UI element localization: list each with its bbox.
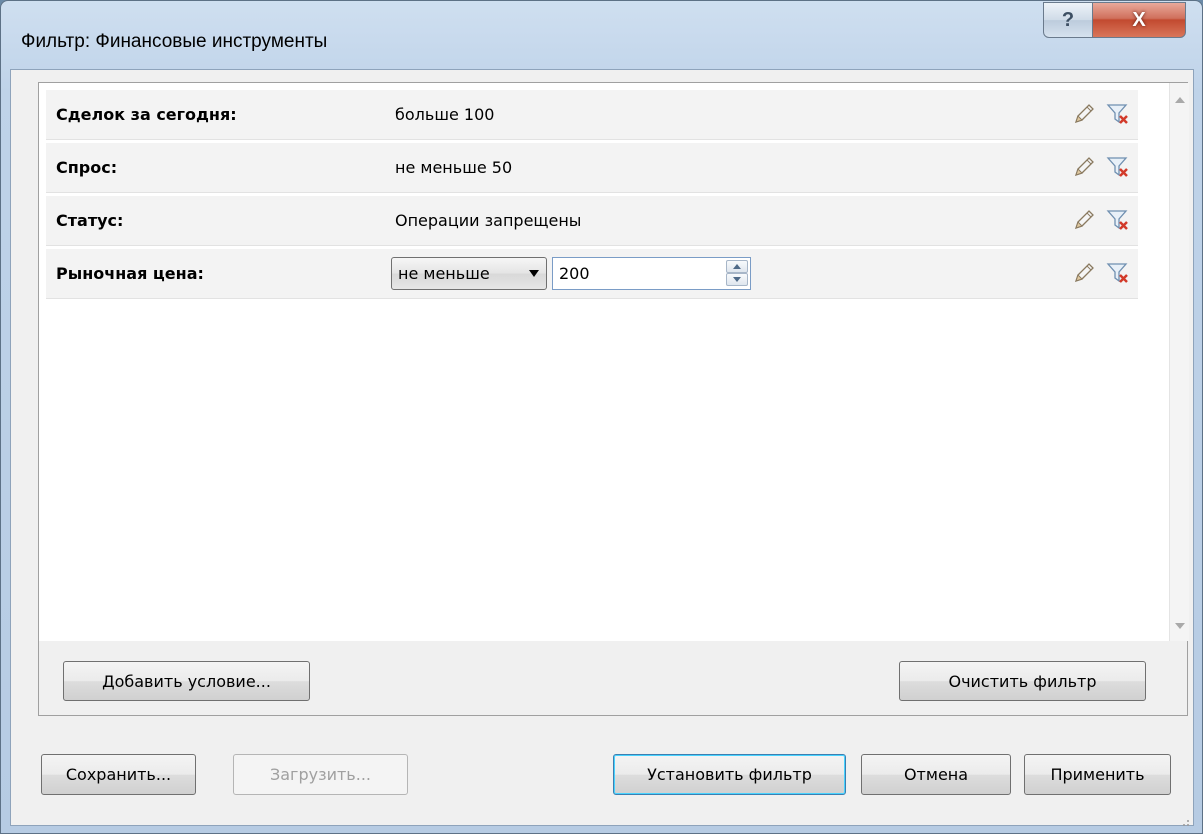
operator-dropdown[interactable]: не меньше — [391, 257, 547, 290]
condition-row-demand[interactable]: Спрос: не меньше 50 — [46, 143, 1138, 193]
cancel-label: Отмена — [903, 765, 969, 784]
pencil-icon[interactable] — [1072, 208, 1096, 232]
pencil-icon[interactable] — [1072, 102, 1096, 126]
close-button[interactable]: X — [1092, 2, 1186, 38]
window-title: Фильтр: Финансовые инструменты — [21, 31, 328, 52]
save-label: Сохранить... — [65, 765, 172, 784]
condition-value: больше 100 — [395, 105, 495, 124]
add-condition-button[interactable]: Добавить условие... — [63, 661, 310, 701]
clear-filter-button[interactable]: Очистить фильтр — [899, 661, 1146, 701]
condition-value: не меньше 50 — [395, 158, 513, 177]
condition-row-trades-today[interactable]: Сделок за сегодня: больше 100 — [46, 90, 1138, 140]
condition-label: Рыночная цена: — [56, 264, 204, 283]
scroll-up-icon[interactable] — [1175, 97, 1185, 103]
dialog-body: Сделок за сегодня: больше 100 Спрос: не … — [10, 69, 1194, 826]
condition-label: Статус: — [56, 211, 124, 230]
price-spin-input[interactable]: 200 — [552, 257, 751, 290]
load-label: Загрузить... — [269, 765, 371, 784]
pencil-icon[interactable] — [1072, 261, 1096, 285]
conditions-list: Сделок за сегодня: больше 100 Спрос: не … — [39, 83, 1169, 641]
operator-value: не меньше — [398, 264, 490, 283]
scroll-down-icon[interactable] — [1175, 623, 1185, 629]
filter-remove-icon[interactable] — [1106, 102, 1130, 126]
help-button[interactable]: ? — [1043, 2, 1093, 38]
resize-grip-icon[interactable] — [1180, 812, 1190, 826]
add-condition-label: Добавить условие... — [102, 671, 271, 691]
vertical-scrollbar[interactable] — [1169, 83, 1189, 641]
filter-remove-icon[interactable] — [1106, 208, 1130, 232]
condition-label: Сделок за сегодня: — [56, 105, 237, 124]
load-button[interactable]: Загрузить... — [233, 754, 408, 795]
apply-button[interactable]: Применить — [1024, 754, 1171, 795]
condition-value: Операции запрещены — [395, 211, 582, 230]
help-icon: ? — [1061, 8, 1075, 31]
spin-up-icon[interactable] — [726, 260, 748, 273]
conditions-group: Сделок за сегодня: больше 100 Спрос: не … — [38, 82, 1189, 716]
filter-dialog: Фильтр: Финансовые инструменты ? X Сдело… — [0, 0, 1203, 834]
filter-remove-icon[interactable] — [1106, 261, 1130, 285]
condition-label: Спрос: — [56, 158, 118, 177]
condition-row-status[interactable]: Статус: Операции запрещены — [46, 196, 1138, 246]
save-button[interactable]: Сохранить... — [41, 754, 196, 795]
set-filter-button[interactable]: Установить фильтр — [613, 754, 846, 795]
set-filter-label: Установить фильтр — [647, 765, 812, 784]
condition-row-market-price[interactable]: Рыночная цена: не меньше 200 — [46, 249, 1138, 299]
cancel-button[interactable]: Отмена — [861, 754, 1011, 795]
price-input-value: 200 — [559, 264, 590, 283]
dropdown-arrow-icon — [529, 270, 539, 277]
pencil-icon[interactable] — [1072, 155, 1096, 179]
spin-buttons — [726, 260, 748, 287]
clear-filter-label: Очистить фильтр — [948, 671, 1097, 691]
close-icon: X — [1132, 8, 1146, 31]
title-bar[interactable]: Фильтр: Финансовые инструменты ? X — [1, 1, 1202, 69]
apply-label: Применить — [1050, 765, 1145, 784]
spin-down-icon[interactable] — [726, 273, 748, 286]
filter-remove-icon[interactable] — [1106, 155, 1130, 179]
